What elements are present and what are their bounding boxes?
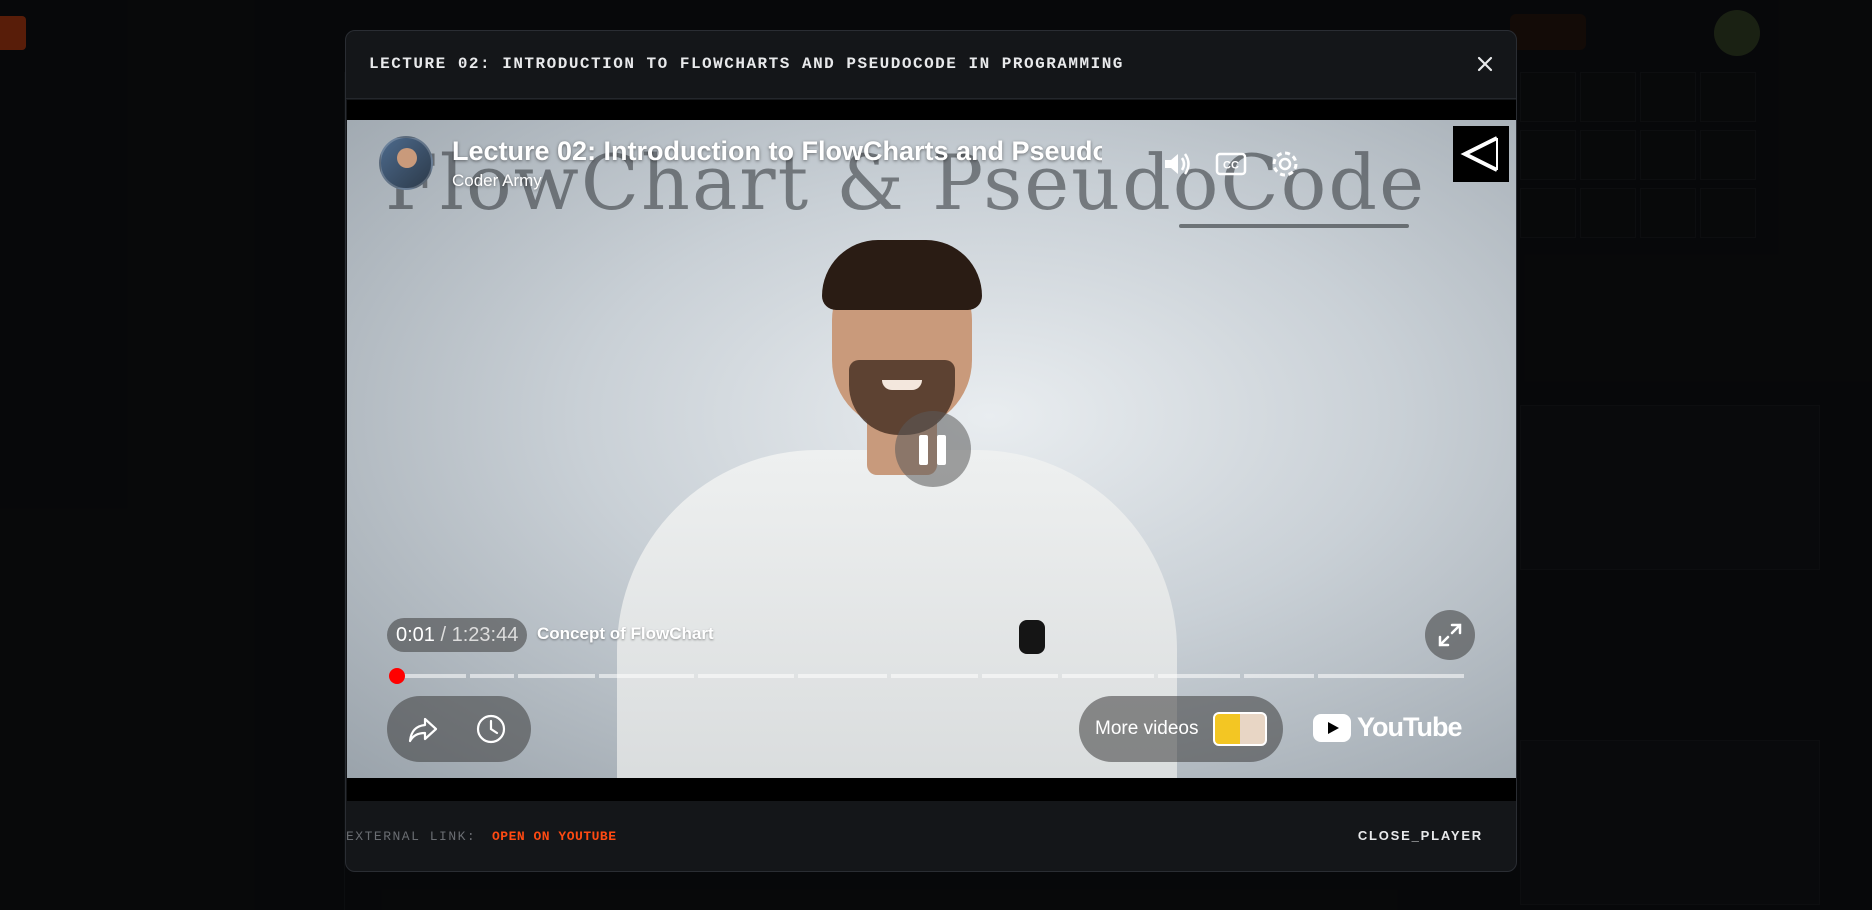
presenter-image	[617, 190, 1177, 778]
modal-header: LECTURE 02: INTRODUCTION TO FLOWCHARTS A…	[346, 31, 1516, 99]
more-videos-thumbnail	[1213, 712, 1267, 746]
progress-chapter-segment[interactable]	[399, 674, 466, 678]
progress-chapter-segment[interactable]	[517, 674, 595, 678]
progress-chapter-segment[interactable]	[797, 674, 887, 678]
youtube-logo-icon	[1313, 714, 1351, 742]
progress-chapter-segment[interactable]	[890, 674, 978, 678]
modal-footer: EXTERNAL LINK: OPEN ON YOUTUBE CLOSE_PLA…	[346, 801, 1516, 871]
close-player-button[interactable]: CLOSE_PLAYER	[1358, 828, 1483, 843]
chapter-title[interactable]: Concept of FlowChart	[537, 624, 714, 644]
progress-scrubber[interactable]	[389, 668, 406, 684]
progress-chapter-segment[interactable]	[469, 674, 514, 678]
share-icon	[408, 717, 438, 743]
open-on-youtube-link[interactable]: OPEN ON YOUTUBE	[492, 829, 617, 844]
settings-button[interactable]	[1265, 144, 1305, 184]
youtube-logo-link[interactable]: YouTube	[1313, 712, 1462, 744]
time-separator: /	[434, 624, 452, 646]
watermark-icon	[1460, 136, 1498, 172]
video-frame[interactable]: FlowChart & PseudoCode Lecture 02: Intro…	[347, 120, 1516, 778]
close-button[interactable]	[1468, 47, 1502, 81]
progress-chapter-segment[interactable]	[698, 674, 794, 678]
channel-name[interactable]: Coder Army	[452, 171, 542, 191]
youtube-player[interactable]: FlowChart & PseudoCode Lecture 02: Intro…	[347, 100, 1516, 801]
whiteboard-underline	[1179, 224, 1409, 228]
video-title[interactable]: Lecture 02: Introduction to FlowCharts a…	[452, 136, 1102, 167]
watch-later-icon	[476, 714, 506, 744]
pause-button[interactable]	[895, 411, 971, 487]
more-videos-button[interactable]: More videos	[1079, 696, 1283, 762]
watch-later-button[interactable]	[471, 709, 511, 749]
channel-watermark[interactable]	[1453, 126, 1509, 182]
settings-icon	[1272, 151, 1298, 177]
video-modal: LECTURE 02: INTRODUCTION TO FLOWCHARTS A…	[345, 30, 1517, 872]
youtube-wordmark: YouTube	[1357, 712, 1462, 742]
close-icon	[1477, 56, 1493, 72]
external-link-label: EXTERNAL LINK:	[346, 829, 477, 844]
progress-bar[interactable]	[389, 668, 1466, 684]
captions-button[interactable]: CC	[1211, 144, 1251, 184]
more-videos-label: More videos	[1095, 718, 1199, 739]
progress-chapter-segment[interactable]	[981, 674, 1058, 678]
actions-pill	[387, 696, 531, 762]
channel-avatar[interactable]	[379, 136, 433, 190]
volume-icon	[1165, 153, 1190, 175]
lapel-mic	[1019, 620, 1045, 654]
pause-icon-bar	[937, 435, 946, 465]
modal-title: LECTURE 02: INTRODUCTION TO FLOWCHARTS A…	[369, 55, 1124, 73]
share-button[interactable]	[403, 709, 443, 749]
time-display: 0:01 / 1:23:44	[387, 618, 528, 652]
progress-chapter-segment[interactable]	[1243, 674, 1315, 678]
svg-text:CC: CC	[1223, 160, 1239, 172]
fullscreen-icon	[1438, 623, 1462, 647]
video-duration: 1:23:44	[451, 624, 519, 646]
progress-chapter-segment[interactable]	[1157, 674, 1240, 678]
progress-chapter-segment[interactable]	[598, 674, 695, 678]
pause-icon	[919, 435, 928, 465]
progress-chapter-segment[interactable]	[1318, 674, 1464, 678]
current-time: 0:01	[396, 624, 435, 646]
volume-button[interactable]	[1157, 144, 1197, 184]
progress-chapter-segment[interactable]	[1061, 674, 1154, 678]
fullscreen-button[interactable]	[1425, 610, 1475, 660]
captions-icon: CC	[1215, 152, 1247, 176]
